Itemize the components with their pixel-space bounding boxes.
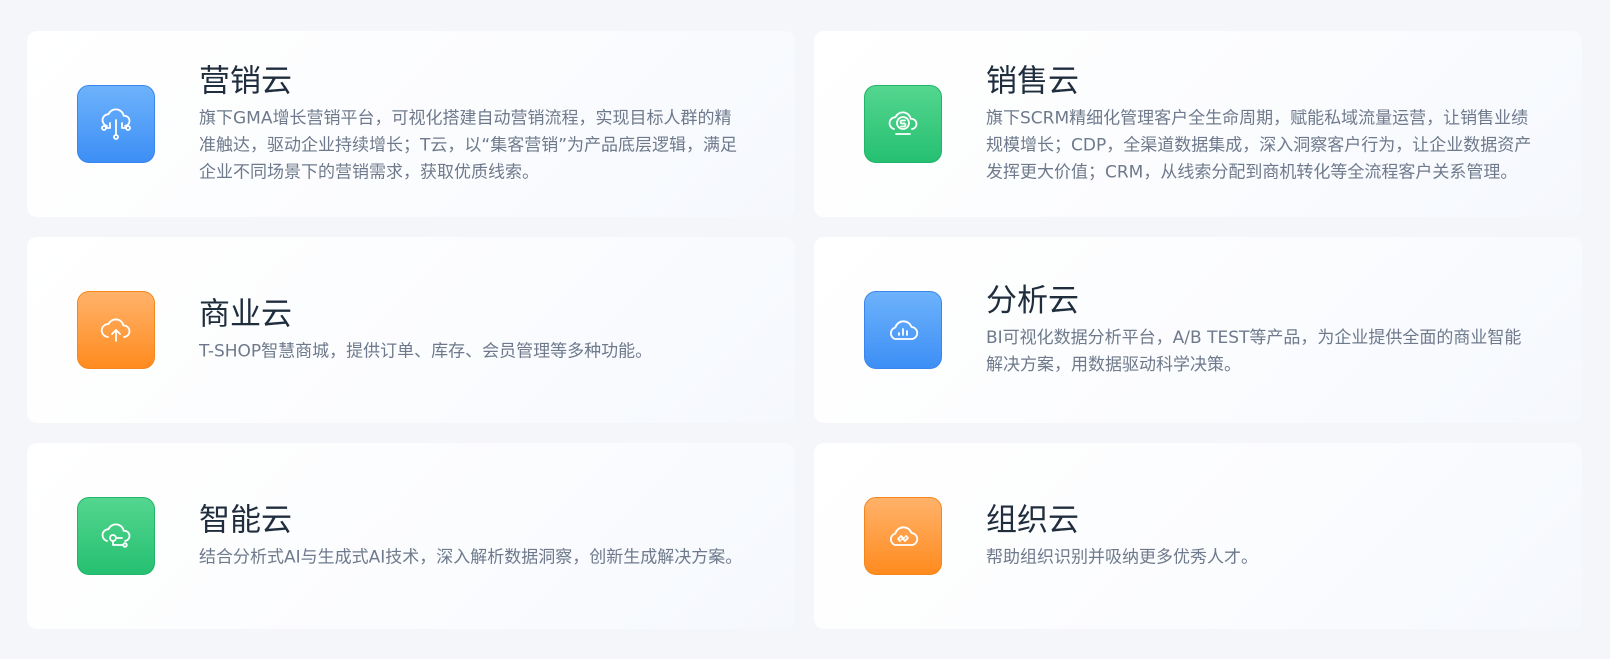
cloud-coin-icon — [888, 111, 918, 135]
cloud-upload-icon — [100, 318, 131, 342]
product-card-sales-cloud[interactable]: 销售云 旗下SCRM精细化管理客户全生命周期，赋能私域流量运营，让销售业绩规模增… — [814, 31, 1582, 217]
card-description: 帮助组织识别并吸纳更多优秀人才。 — [986, 547, 1258, 568]
card-text: 分析云 BI可视化数据分析平台，A/B TEST等产品，为企业提供全面的商业智能… — [986, 281, 1534, 379]
cloud-network-icon — [101, 108, 131, 140]
product-card-analytics-cloud[interactable]: 分析云 BI可视化数据分析平台，A/B TEST等产品，为企业提供全面的商业智能… — [814, 237, 1582, 423]
product-grid: 营销云 旗下GMA增长营销平台，可视化搭建自动营销流程，实现目标人群的精准触达，… — [27, 31, 1582, 629]
product-card-organization-cloud[interactable]: 组织云 帮助组织识别并吸纳更多优秀人才。 — [814, 443, 1582, 629]
card-description: BI可视化数据分析平台，A/B TEST等产品，为企业提供全面的商业智能解决方案… — [986, 328, 1522, 375]
card-description: 旗下SCRM精细化管理客户全生命周期，赋能私域流量运营，让销售业绩规模增长；CD… — [986, 108, 1532, 183]
product-card-business-cloud[interactable]: 商业云 T-SHOP智慧商城，提供订单、库存、会员管理等多种功能。 — [27, 237, 795, 423]
cloud-chart-icon — [889, 320, 919, 340]
card-title: 组织云 — [986, 502, 1079, 539]
card-title: 销售云 — [986, 63, 1079, 100]
card-text: 营销云 旗下GMA增长营销平台，可视化搭建自动营销流程，实现目标人群的精准触达，… — [199, 62, 747, 187]
card-title: 营销云 — [199, 63, 292, 100]
product-card-ai-cloud[interactable]: 智能云 结合分析式AI与生成式AI技术，深入解析数据洞察，创新生成解决方案。 — [27, 443, 795, 629]
cloud-link-icon — [889, 526, 919, 546]
card-description: T-SHOP智慧商城，提供订单、库存、会员管理等多种功能。 — [199, 341, 653, 362]
card-description: 旗下GMA增长营销平台，可视化搭建自动营销流程，实现目标人群的精准触达，驱动企业… — [199, 108, 737, 183]
card-title: 智能云 — [199, 502, 292, 539]
icon-box — [864, 85, 942, 163]
card-text: 商业云 T-SHOP智慧商城，提供订单、库存、会员管理等多种功能。 — [199, 295, 747, 366]
icon-box — [77, 85, 155, 163]
card-title: 商业云 — [199, 296, 292, 333]
cloud-ai-icon — [101, 523, 131, 548]
icon-box — [864, 291, 942, 369]
icon-box — [77, 291, 155, 369]
icon-box — [864, 497, 942, 575]
card-text: 组织云 帮助组织识别并吸纳更多优秀人才。 — [986, 501, 1534, 572]
card-description: 结合分析式AI与生成式AI技术，深入解析数据洞察，创新生成解决方案。 — [199, 547, 743, 568]
icon-box — [77, 497, 155, 575]
card-title: 分析云 — [986, 283, 1079, 319]
product-card-marketing-cloud[interactable]: 营销云 旗下GMA增长营销平台，可视化搭建自动营销流程，实现目标人群的精准触达，… — [27, 31, 795, 217]
card-text: 销售云 旗下SCRM精细化管理客户全生命周期，赋能私域流量运营，让销售业绩规模增… — [986, 62, 1534, 187]
card-text: 智能云 结合分析式AI与生成式AI技术，深入解析数据洞察，创新生成解决方案。 — [199, 501, 747, 572]
